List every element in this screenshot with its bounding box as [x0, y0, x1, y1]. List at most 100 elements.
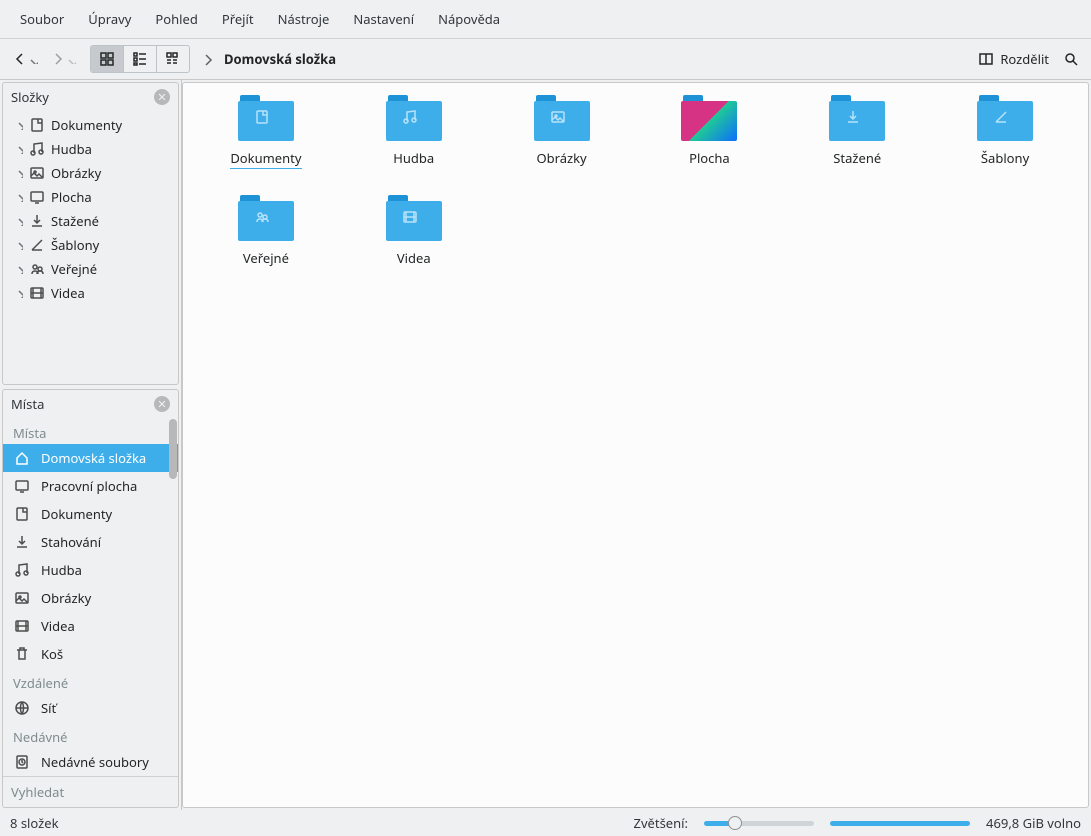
- place-stahování[interactable]: Stahování: [3, 528, 178, 556]
- split-label: Rozdělit: [1000, 50, 1049, 68]
- folder-hudba[interactable]: Hudba: [349, 95, 479, 169]
- place-videa[interactable]: Videa: [3, 612, 178, 640]
- desktop-icon: [29, 189, 45, 205]
- menu-nápověda[interactable]: Nápověda: [426, 4, 512, 34]
- back-button[interactable]: [8, 47, 42, 71]
- folder-plocha[interactable]: Plocha: [644, 95, 774, 169]
- scrollbar[interactable]: [169, 419, 177, 479]
- places-section-title: Nedávné: [3, 722, 178, 748]
- forward-button[interactable]: [46, 47, 80, 71]
- place-nedávné soubory[interactable]: Nedávné soubory: [3, 748, 178, 776]
- tree-item-dokumenty[interactable]: Dokumenty: [3, 113, 178, 137]
- panel-places: Místa ✕ Místa Domovská složka Pracovní p…: [2, 389, 179, 808]
- public-icon: [29, 261, 45, 277]
- tree-item-šablony[interactable]: Šablony: [3, 233, 178, 257]
- tree-label: Dokumenty: [51, 116, 122, 134]
- breadcrumb-separator-icon: [200, 52, 214, 66]
- zoom-label: Zvětšení:: [634, 814, 689, 832]
- folder-veřejné[interactable]: Veřejné: [201, 195, 331, 267]
- doc-icon: [13, 506, 31, 522]
- image-icon: [13, 590, 31, 606]
- folder-videa[interactable]: Videa: [349, 195, 479, 267]
- place-label: Dokumenty: [41, 505, 112, 523]
- download-icon: [29, 213, 45, 229]
- split-button[interactable]: Rozdělit: [972, 46, 1055, 72]
- search-button[interactable]: [1059, 47, 1083, 71]
- folder-icon: [386, 95, 442, 141]
- disk-usage-bar: [830, 821, 970, 826]
- folder-label: Obrázky: [536, 149, 586, 167]
- folder-icon: [829, 95, 885, 141]
- folder-icon: [238, 95, 294, 141]
- place-label: Stahování: [41, 533, 101, 551]
- folder-icon: [681, 95, 737, 141]
- menu-pohled[interactable]: Pohled: [143, 4, 209, 34]
- tree-item-stažené[interactable]: Stažené: [3, 209, 178, 233]
- place-hudba[interactable]: Hudba: [3, 556, 178, 584]
- music-icon: [29, 141, 45, 157]
- chevron-right-icon: [13, 168, 23, 178]
- menubar: SouborÚpravyPohledPřejítNástrojeNastaven…: [0, 0, 1091, 39]
- folder-label: Šablony: [981, 149, 1029, 167]
- place-koš[interactable]: Koš: [3, 640, 178, 668]
- chevron-right-icon: [13, 192, 23, 202]
- search-icon: [1063, 51, 1079, 67]
- recent-files-icon: [13, 754, 31, 770]
- menu-soubor[interactable]: Soubor: [8, 4, 76, 34]
- view-mode-group: [90, 45, 190, 73]
- menu-nástroje[interactable]: Nástroje: [266, 4, 342, 34]
- place-obrázky[interactable]: Obrázky: [3, 584, 178, 612]
- place-domovská složka[interactable]: Domovská složka: [3, 444, 178, 472]
- place-pracovní plocha[interactable]: Pracovní plocha: [3, 472, 178, 500]
- tree-item-veřejné[interactable]: Veřejné: [3, 257, 178, 281]
- folder-šablony[interactable]: Šablony: [940, 95, 1070, 169]
- folder-obrázky[interactable]: Obrázky: [497, 95, 627, 169]
- view-compact-button[interactable]: [123, 46, 156, 72]
- chevron-right-icon: [13, 264, 23, 274]
- place-label: Hudba: [41, 561, 82, 579]
- place-dokumenty[interactable]: Dokumenty: [3, 500, 178, 528]
- folder-dokumenty[interactable]: Dokumenty: [201, 95, 331, 169]
- file-view[interactable]: Dokumenty Hudba Obrázky Plocha Stažené Š…: [182, 82, 1089, 808]
- tree-label: Veřejné: [51, 260, 97, 278]
- tree-item-hudba[interactable]: Hudba: [3, 137, 178, 161]
- folder-label: Plocha: [689, 149, 730, 167]
- split-icon: [978, 51, 994, 67]
- menu-přejít[interactable]: Přejít: [210, 4, 266, 34]
- download-icon: [13, 534, 31, 550]
- zoom-slider[interactable]: [704, 821, 814, 826]
- folder-icon: [238, 195, 294, 241]
- places-section-title: Vzdálené: [3, 668, 178, 694]
- sidebar-search[interactable]: Vyhledat: [3, 776, 178, 807]
- breadcrumb-home[interactable]: Domovská složka: [224, 50, 336, 68]
- place-label: Videa: [41, 617, 75, 635]
- tree-item-obrázky[interactable]: Obrázky: [3, 161, 178, 185]
- folder-label: Hudba: [393, 149, 434, 167]
- place-síť[interactable]: Síť: [3, 694, 178, 722]
- view-details-button[interactable]: [156, 46, 189, 72]
- home-icon: [13, 450, 31, 466]
- chevron-right-icon: [13, 144, 23, 154]
- tree-item-videa[interactable]: Videa: [3, 281, 178, 305]
- folder-label: Stažené: [833, 149, 881, 167]
- menu-úpravy[interactable]: Úpravy: [76, 4, 143, 34]
- folder-label: Videa: [397, 249, 431, 267]
- tree-label: Stažené: [51, 212, 99, 230]
- view-icons-button[interactable]: [91, 46, 123, 72]
- place-label: Nedávné soubory: [41, 753, 149, 771]
- close-icon[interactable]: ✕: [154, 396, 170, 412]
- tree-label: Hudba: [51, 140, 92, 158]
- panel-folders: Složky ✕ Dokumenty Hudba Obrázky Plocha …: [2, 82, 179, 385]
- place-label: Pracovní plocha: [41, 477, 137, 495]
- close-icon[interactable]: ✕: [154, 89, 170, 105]
- tree-item-plocha[interactable]: Plocha: [3, 185, 178, 209]
- video-icon: [13, 618, 31, 634]
- video-icon: [29, 285, 45, 301]
- place-label: Obrázky: [41, 589, 91, 607]
- statusbar: 8 složek Zvětšení: 469,8 GiB volno: [0, 810, 1091, 836]
- menu-nastavení[interactable]: Nastavení: [341, 4, 426, 34]
- template-icon: [29, 237, 45, 253]
- folder-stažené[interactable]: Stažené: [792, 95, 922, 169]
- tree-label: Šablony: [51, 236, 99, 254]
- chevron-right-icon: [13, 120, 23, 130]
